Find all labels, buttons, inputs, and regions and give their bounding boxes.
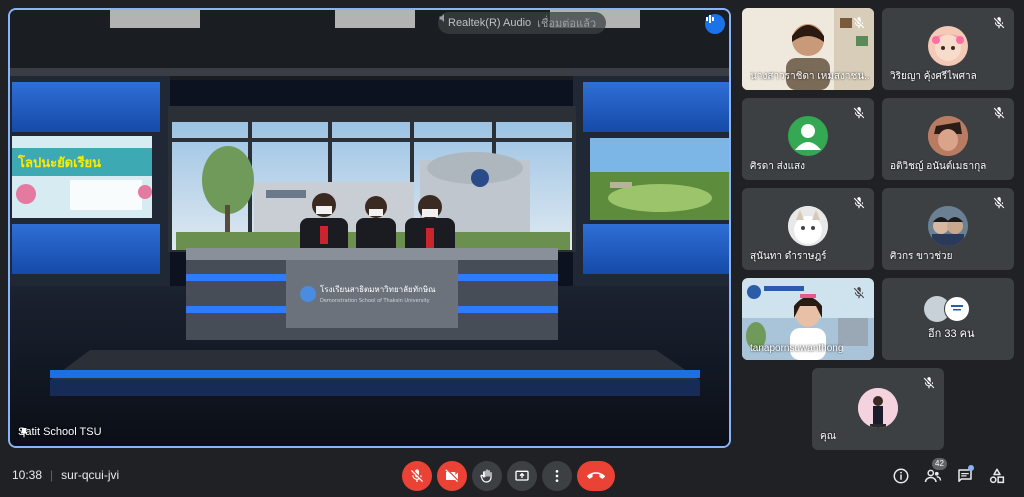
raise-hand-button[interactable]: [472, 461, 502, 491]
others-count: อีก 33 คน: [928, 328, 975, 340]
info-icon: [893, 468, 909, 484]
mic-off-icon: [853, 107, 865, 119]
participant-tile[interactable]: tanapornsuwanthong: [742, 278, 874, 360]
meeting-code: sur-qcui-jvi: [61, 468, 120, 482]
desk-sign: โรงเรียนสาธิตมหาวิทยาลัยทักษิณ: [320, 284, 436, 294]
leave-call-button[interactable]: [577, 461, 615, 491]
audio-device-banner: Realtek(R) Audio เชื่อมต่อแล้ว: [438, 12, 606, 34]
chat-notification-dot: [968, 465, 974, 471]
mic-off-icon: [993, 17, 1005, 29]
mic-off-icon: [993, 107, 1005, 119]
hand-icon: [480, 469, 492, 483]
people-count-badge: 42: [932, 458, 947, 470]
participant-name: tanapornsuwanthong: [750, 343, 844, 354]
speaker-icon: [439, 14, 444, 22]
camera-off-icon: [445, 469, 458, 482]
banner-headline: โลปนะยัดเรียน: [17, 154, 101, 171]
participant-tile[interactable]: วิริยญา คุ้งศรีไพศาล: [882, 8, 1014, 90]
more-vert-icon: [555, 470, 559, 482]
participant-name: ศิวกร ขาวช่วย: [890, 251, 953, 262]
avatar: [858, 388, 898, 428]
activities-button[interactable]: [986, 465, 1008, 487]
mic-off-icon: [923, 377, 935, 389]
mic-off-icon: [853, 197, 865, 209]
default-avatar-icon: [795, 124, 821, 150]
clock: 10:38: [12, 468, 43, 482]
participant-tile[interactable]: สุนันทา ดำราษฎร์: [742, 188, 874, 270]
self-tile[interactable]: คุณ: [812, 368, 944, 450]
avatar: [928, 26, 968, 66]
participant-name: นางสาวราชิดา เหมสงาชน...: [750, 71, 870, 82]
present-icon: [515, 470, 529, 481]
avatar: [928, 206, 968, 246]
divider: |: [50, 468, 54, 482]
participant-name: สุนันทา ดำราษฎร์: [750, 251, 827, 262]
participant-name: วิริยญา คุ้งศรีไพศาล: [890, 71, 977, 82]
meeting-info: 10:38 | sur-qcui-jvi: [12, 468, 119, 482]
participant-tile[interactable]: ศิวกร ขาวช่วย: [882, 188, 1014, 270]
pin-icon[interactable]: [18, 426, 30, 440]
mic-off-icon: [993, 197, 1005, 209]
end-call-icon: [587, 472, 605, 479]
participant-name: อติวิชญ์ อนันต์เมธากุล: [890, 161, 987, 172]
studio-scene: โลปนะยัดเรียน โรงเรียนสาธิตมหาวิทยาลัยทั…: [10, 10, 729, 446]
audio-device-name: Realtek(R) Audio: [448, 17, 532, 29]
participant-name: คุณ: [820, 431, 836, 442]
mic-toggle-button[interactable]: [402, 461, 432, 491]
participant-tile[interactable]: อติวิชญ์ อนันต์เมธากุล: [882, 98, 1014, 180]
speaking-indicator-icon: [705, 14, 725, 34]
presenter-label: Satit School TSU: [18, 426, 102, 438]
present-screen-button[interactable]: [507, 461, 537, 491]
mic-off-icon: [853, 17, 865, 29]
presenter-name: Satit School TSU: [18, 426, 102, 438]
participant-tile[interactable]: ศิรดา ส่งแสง: [742, 98, 874, 180]
camera-toggle-button[interactable]: [437, 461, 467, 491]
main-video-stage[interactable]: โลปนะยัดเรียน โรงเรียนสาธิตมหาวิทยาลัยทั…: [8, 8, 731, 448]
more-options-button[interactable]: [542, 461, 572, 491]
audio-device-status: เชื่อมต่อแล้ว: [537, 18, 596, 30]
control-bar: 10:38 | sur-qcui-jvi: [0, 455, 1024, 497]
mic-off-icon: [853, 287, 865, 299]
others-tile[interactable]: อีก 33 คน: [882, 278, 1014, 360]
mic-off-icon: [411, 469, 423, 482]
avatar: [788, 206, 828, 246]
meeting-details-button[interactable]: [890, 465, 912, 487]
avatar: [788, 116, 828, 156]
participant-name: ศิรดา ส่งแสง: [750, 161, 806, 172]
desk-sign-sub: Demonstration School of Thaksin Universi…: [320, 298, 430, 304]
participant-tile[interactable]: นางสาวราชิดา เหมสงาชน...: [742, 8, 874, 90]
activities-icon: [989, 468, 1005, 484]
avatar: [944, 296, 970, 322]
avatar: [928, 116, 968, 156]
